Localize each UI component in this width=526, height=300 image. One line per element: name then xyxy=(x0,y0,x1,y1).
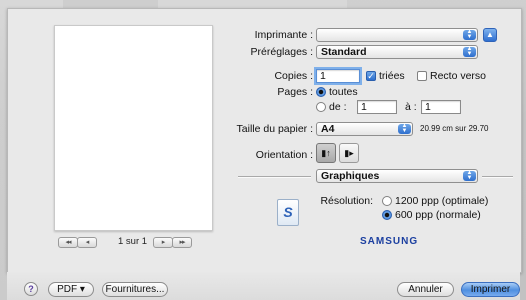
samsung-logo: SAMSUNG xyxy=(360,236,419,247)
pages-all-label: toutes xyxy=(329,86,358,98)
pages-all-radio[interactable] xyxy=(316,87,326,97)
popup-arrows-icon: ▲ ▼ xyxy=(463,170,476,181)
separator-right xyxy=(482,176,513,177)
popup-arrows-icon: ▲ ▼ xyxy=(463,46,476,57)
paper-dimensions: 20.99 cm sur 29.70 xyxy=(420,124,489,133)
resolution-1200-label: 1200 ppp (optimale) xyxy=(395,195,489,207)
presets-label: Préréglages : xyxy=(250,46,313,58)
triangle-up-icon: ▲ xyxy=(486,30,494,39)
presets-value: Standard xyxy=(321,46,367,58)
last-page-button[interactable]: ▸▸ xyxy=(172,236,192,248)
pages-label: Pages : xyxy=(277,86,313,98)
print-button[interactable]: Imprimer xyxy=(461,282,520,297)
pages-range-radio[interactable] xyxy=(316,102,326,112)
pdf-menu-button[interactable]: PDF ▾ xyxy=(48,282,94,297)
supplies-button[interactable]: Fournitures... xyxy=(102,282,168,297)
preview-back-buttons: ◂◂ ◂ xyxy=(58,236,97,248)
next-page-button[interactable]: ▸ xyxy=(153,236,173,248)
popup-arrows-icon: ▲ ▼ xyxy=(463,29,476,40)
resolution-600-radio[interactable] xyxy=(382,210,392,220)
presets-popup[interactable]: Standard ▲ ▼ xyxy=(316,45,478,59)
cancel-button[interactable]: Annuler xyxy=(397,282,454,297)
paper-size-value: A4 xyxy=(321,123,335,135)
duplex-label: Recto verso xyxy=(430,70,487,82)
portrait-orientation-button[interactable]: ▮↑ xyxy=(316,143,336,163)
orientation-label: Orientation : xyxy=(255,149,313,161)
preview-forward-buttons: ▸ ▸▸ xyxy=(153,236,192,248)
paper-size-popup[interactable]: A4 ▲ ▼ xyxy=(316,122,413,136)
landscape-orientation-button[interactable]: ▮▸ xyxy=(339,143,359,163)
separator-left xyxy=(238,176,311,177)
collated-label: triées xyxy=(379,70,405,82)
resolution-600-label: 600 ppp (normale) xyxy=(395,209,481,221)
pages-to-field[interactable]: 1 xyxy=(421,100,461,114)
printer-label: Imprimante : xyxy=(254,29,313,41)
portrait-icon: ▮↑ xyxy=(321,148,331,158)
first-page-button[interactable]: ◂◂ xyxy=(58,236,78,248)
samsung-driver-icon: S xyxy=(277,199,299,226)
popup-arrows-icon: ▲ ▼ xyxy=(398,123,411,134)
pages-from-label: de : xyxy=(329,101,347,113)
page-preview xyxy=(54,25,213,231)
duplex-checkbox[interactable] xyxy=(417,71,427,81)
collated-checkbox[interactable]: ✓ xyxy=(366,71,376,81)
copies-label: Copies : xyxy=(274,70,313,82)
paper-size-label: Taille du papier : xyxy=(236,123,313,135)
landscape-icon: ▮▸ xyxy=(344,148,354,158)
help-button[interactable]: ? xyxy=(24,282,38,296)
section-popup[interactable]: Graphiques ▲ ▼ xyxy=(316,169,478,183)
disclosure-button[interactable]: ▲ xyxy=(483,28,497,42)
previous-page-button[interactable]: ◂ xyxy=(77,236,97,248)
resolution-1200-radio[interactable] xyxy=(382,196,392,206)
pages-from-field[interactable]: 1 xyxy=(357,100,397,114)
section-value: Graphiques xyxy=(321,170,380,182)
pages-to-label: à : xyxy=(405,101,417,113)
page-indicator: 1 sur 1 xyxy=(118,236,148,247)
copies-field[interactable]: 1 xyxy=(316,69,360,83)
printer-popup[interactable]: ▲ ▼ xyxy=(316,28,478,42)
resolution-label: Résolution: xyxy=(320,195,373,207)
